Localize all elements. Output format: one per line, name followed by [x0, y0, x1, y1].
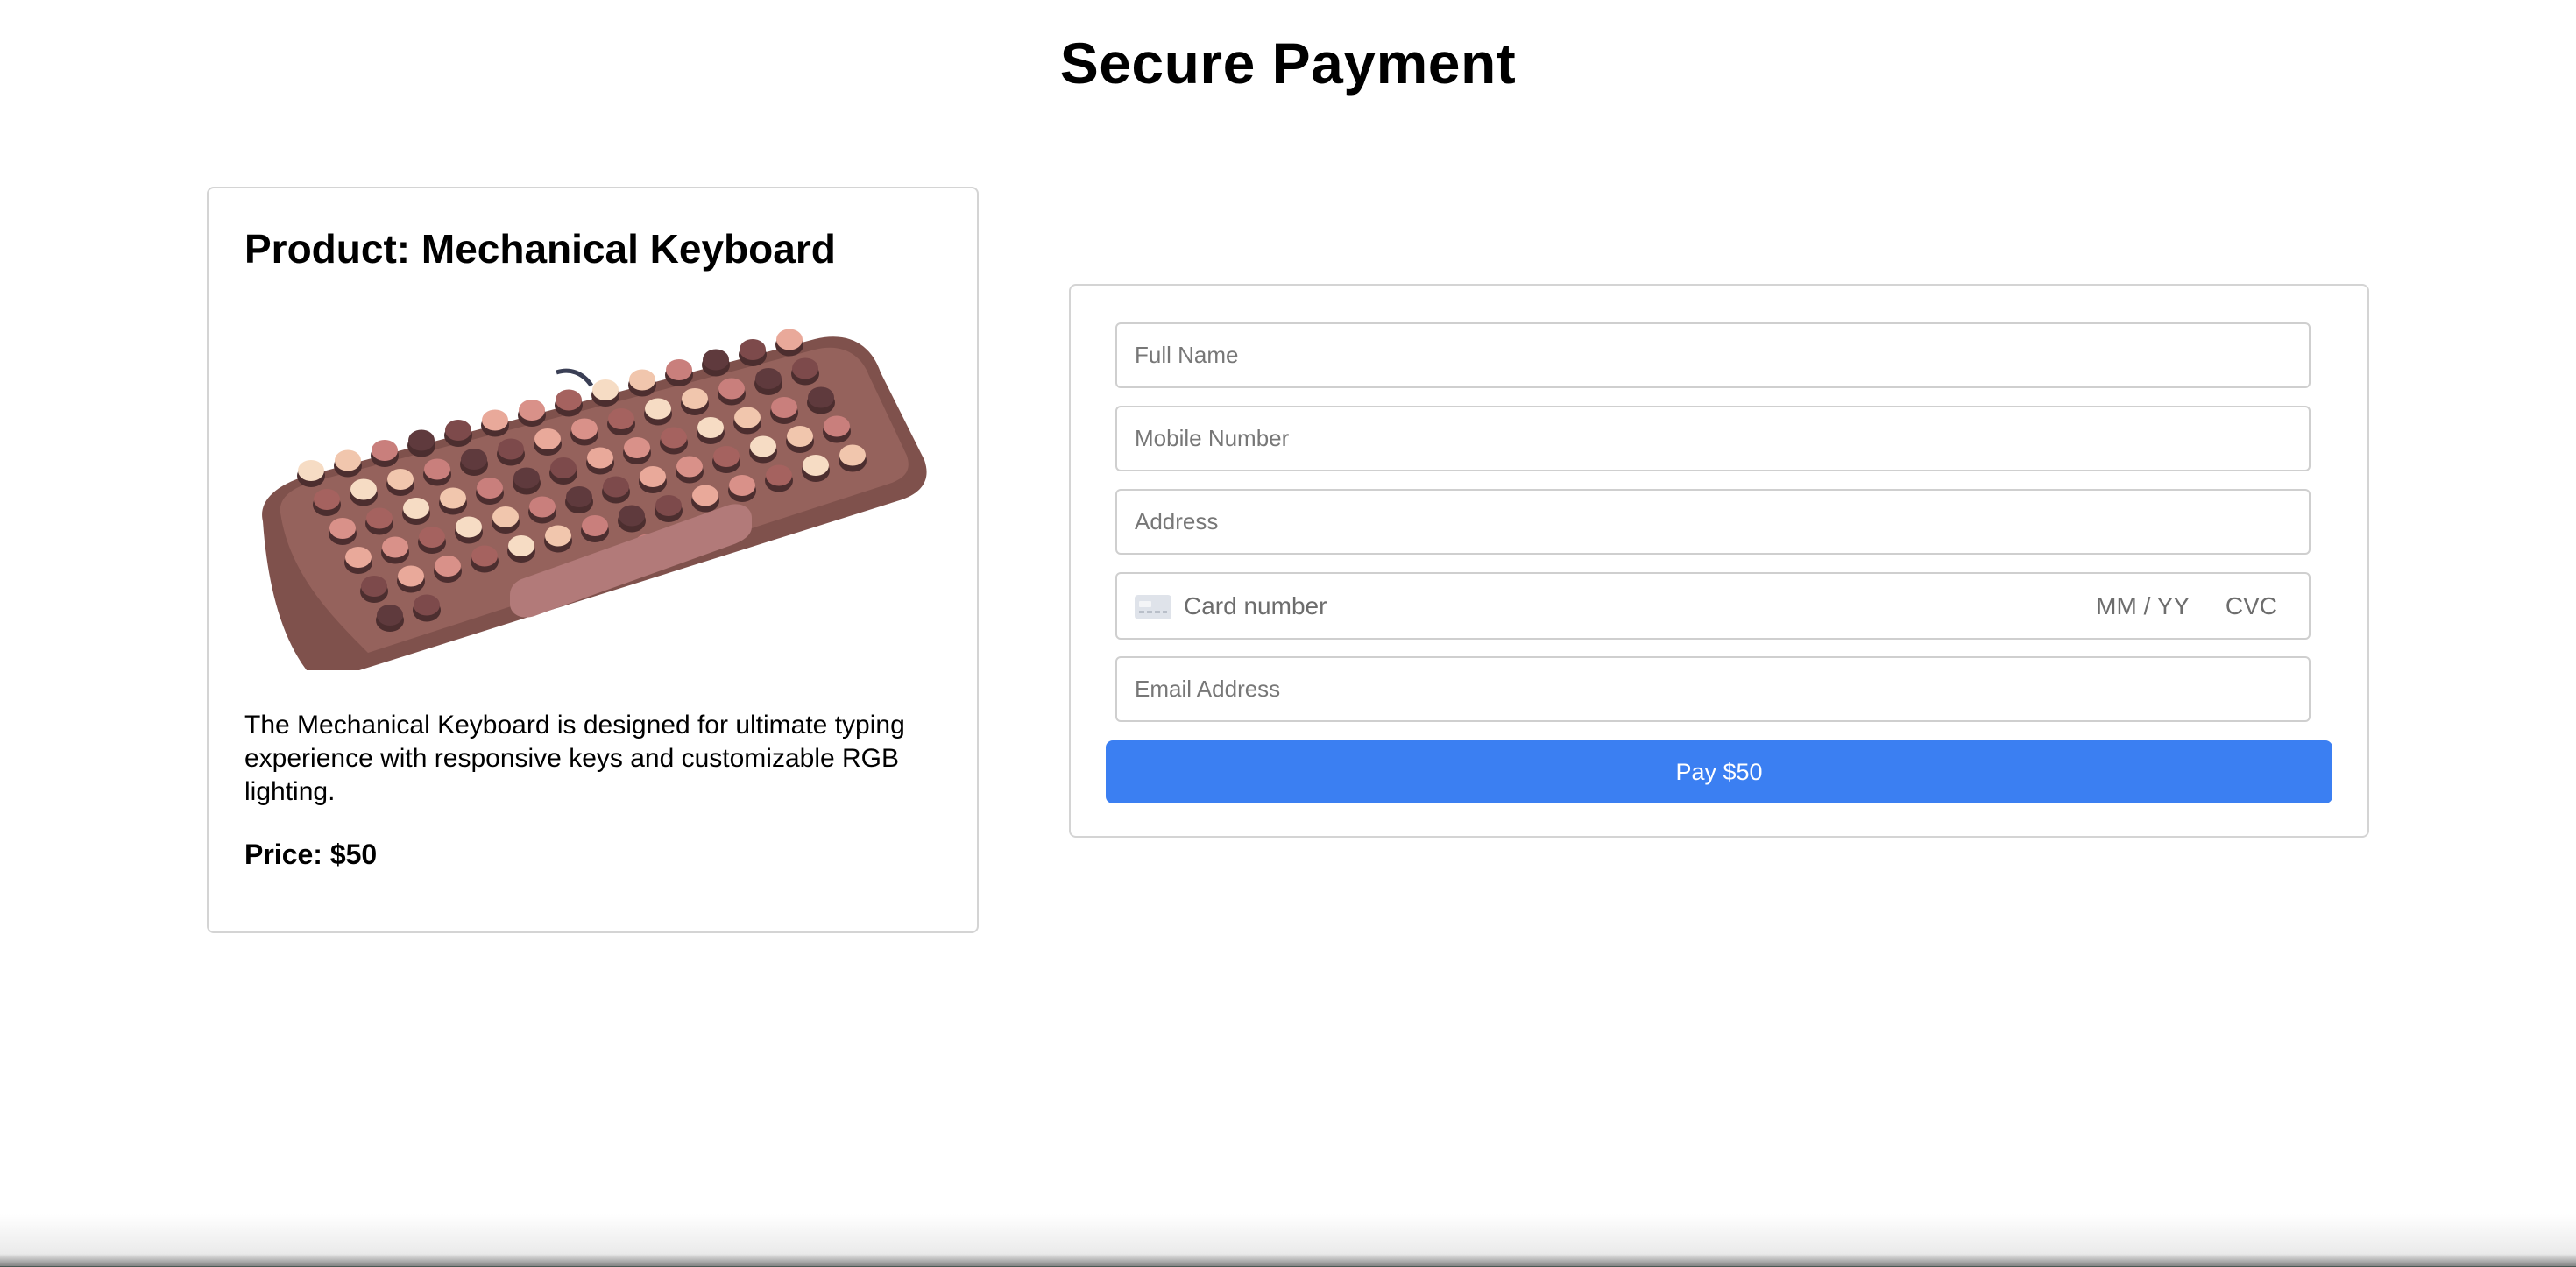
- product-description: The Mechanical Keyboard is designed for …: [244, 711, 905, 806]
- pay-button[interactable]: Pay $50: [1106, 740, 2332, 803]
- full-name-field[interactable]: [1115, 322, 2311, 388]
- email-field[interactable]: [1115, 656, 2311, 722]
- credit-card-icon: [1135, 595, 1171, 619]
- card-expiry-input[interactable]: MM / YY: [2096, 574, 2190, 638]
- address-field[interactable]: [1115, 489, 2311, 555]
- full-name-input[interactable]: [1117, 324, 2309, 386]
- product-image: [254, 320, 946, 670]
- page-title: Secure Payment: [1059, 31, 1517, 96]
- payment-form: Card number MM / YY CVC Pay $50: [1069, 284, 2369, 838]
- address-input[interactable]: [1117, 491, 2309, 553]
- product-title: Product: Mechanical Keyboard: [244, 226, 836, 272]
- mobile-number-field[interactable]: [1115, 406, 2311, 471]
- product-price: Price: $50: [244, 839, 378, 870]
- card-field[interactable]: Card number MM / YY CVC: [1115, 572, 2311, 640]
- card-cvc-input[interactable]: CVC: [2226, 574, 2277, 638]
- keyboard-image: [262, 329, 927, 670]
- payment-page: Secure Payment Product: Mechanical Keybo…: [0, 0, 2576, 1267]
- window-bottom-edge: [0, 1214, 2576, 1267]
- email-input[interactable]: [1117, 658, 2309, 720]
- mobile-number-input[interactable]: [1117, 407, 2309, 470]
- product-card: Product: Mechanical Keyboard The Mechani…: [207, 187, 979, 933]
- card-number-input[interactable]: Card number: [1184, 574, 1327, 638]
